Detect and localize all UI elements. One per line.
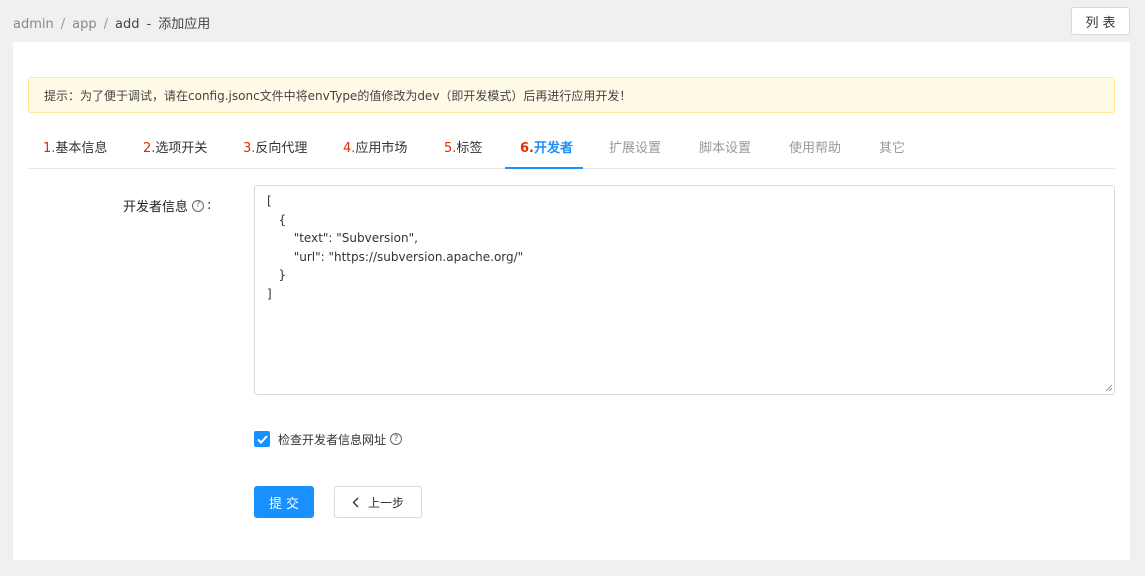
- developer-info-label-text: 开发者信息: [123, 200, 189, 215]
- tab-number: 3.: [243, 141, 256, 156]
- tab-number: 6.: [520, 141, 534, 156]
- tab-bar: 1.基本信息 2.选项开关 3.反向代理 4.应用市场 5.标签 6.开发者 扩…: [28, 130, 1115, 169]
- tab-app-market[interactable]: 4.应用市场: [343, 130, 407, 169]
- label-colon: :: [207, 198, 212, 213]
- breadcrumb-separator: /: [103, 17, 108, 32]
- check-url-label[interactable]: 检查开发者信息网址 ?: [278, 431, 405, 448]
- tab-extension-settings[interactable]: 扩展设置: [609, 130, 661, 169]
- resize-handle-icon[interactable]: [1105, 384, 1113, 392]
- tab-label: 基本信息: [55, 141, 108, 156]
- tab-label: 应用市场: [355, 141, 408, 156]
- tab-basic-info[interactable]: 1.基本信息: [43, 130, 107, 169]
- notice-text: 提示：为了便于调试，请在config.jsonc文件中将envType的值修改为…: [44, 88, 632, 103]
- breadcrumb: admin / app / add - 添加应用: [13, 13, 210, 32]
- breadcrumb-item-app[interactable]: app: [72, 17, 96, 32]
- tab-label: 使用帮助: [789, 141, 842, 156]
- top-bar: admin / app / add - 添加应用 列表: [0, 0, 1145, 42]
- tab-label: 其它: [879, 141, 906, 156]
- question-circle-icon[interactable]: ?: [192, 199, 205, 212]
- tab-developer[interactable]: 6.开发者: [520, 130, 573, 169]
- tab-other[interactable]: 其它: [879, 130, 905, 169]
- submit-button[interactable]: 提交: [254, 486, 314, 518]
- check-url-row: 检查开发者信息网址 ?: [254, 431, 405, 447]
- chevron-left-icon: [352, 497, 359, 507]
- tab-label: 开发者: [533, 141, 573, 156]
- tab-label: 扩展设置: [609, 141, 662, 156]
- tab-number: 1.: [43, 141, 56, 156]
- main-panel: 提示：为了便于调试，请在config.jsonc文件中将envType的值修改为…: [13, 42, 1130, 560]
- check-icon: [256, 434, 268, 444]
- tab-tags[interactable]: 5.标签: [444, 130, 482, 169]
- breadcrumb-separator: /: [60, 17, 66, 32]
- tab-help[interactable]: 使用帮助: [789, 130, 841, 169]
- tab-number: 4.: [343, 141, 356, 156]
- tab-number: 5.: [444, 141, 457, 156]
- tab-label: 脚本设置: [699, 141, 752, 156]
- breadcrumb-item-admin[interactable]: admin: [13, 17, 54, 32]
- active-tab-indicator: [505, 167, 583, 169]
- question-circle-icon[interactable]: ?: [390, 433, 403, 445]
- tab-label: 选项开关: [155, 141, 208, 156]
- tab-label: 反向代理: [255, 141, 308, 156]
- breadcrumb-current-title: 添加应用: [158, 17, 211, 32]
- tab-option-switches[interactable]: 2.选项开关: [143, 130, 207, 169]
- developer-info-label: 开发者信息 ? :: [123, 196, 211, 215]
- tab-label: 标签: [456, 141, 483, 156]
- tab-reverse-proxy[interactable]: 3.反向代理: [243, 130, 307, 169]
- check-url-label-text: 检查开发者信息网址: [278, 432, 387, 447]
- check-url-checkbox[interactable]: [254, 431, 270, 447]
- breadcrumb-dash: -: [146, 17, 152, 32]
- tab-script-settings[interactable]: 脚本设置: [699, 130, 751, 169]
- notice-alert: 提示：为了便于调试，请在config.jsonc文件中将envType的值修改为…: [28, 77, 1115, 113]
- list-button[interactable]: 列表: [1071, 7, 1130, 35]
- tab-number: 2.: [143, 141, 156, 156]
- prev-step-button[interactable]: 上一步: [334, 486, 422, 518]
- breadcrumb-item-add: add: [115, 17, 140, 32]
- prev-step-label: 上一步: [367, 495, 404, 510]
- developer-info-textarea[interactable]: [ { "text": "Subversion", "url": "https:…: [254, 185, 1115, 395]
